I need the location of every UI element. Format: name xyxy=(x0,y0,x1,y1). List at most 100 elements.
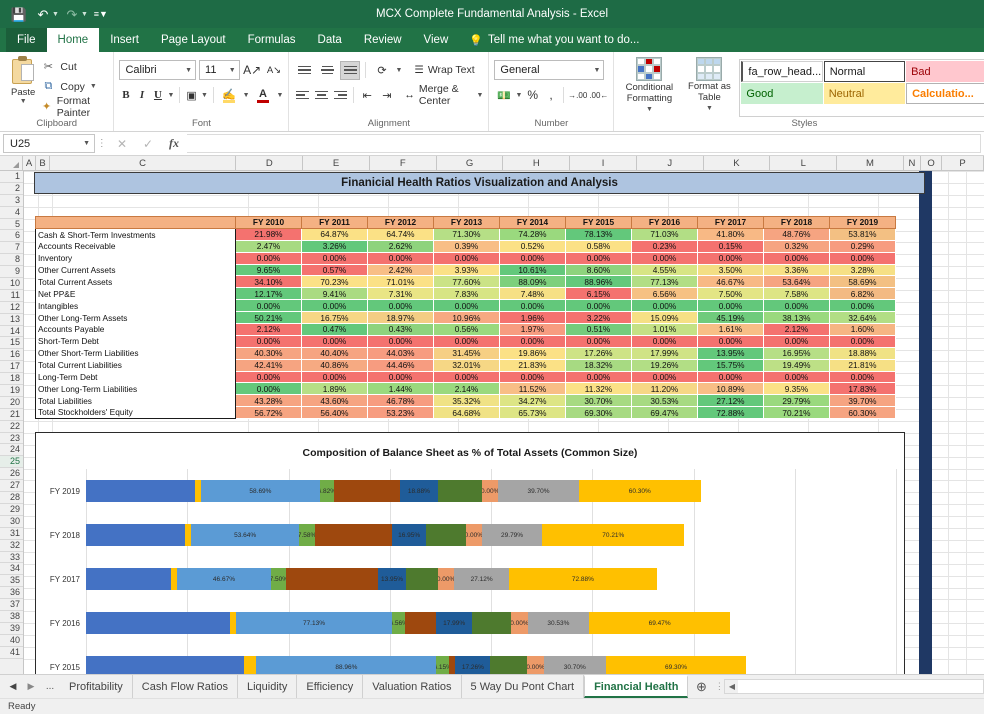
table-row[interactable]: Inventory 0.00% 0.00% 0.00% 0.00% 0.00% 0.00% 0… xyxy=(35,251,896,265)
cut-button[interactable]: ✂ Cut xyxy=(41,58,108,75)
row-header-37[interactable]: 37 xyxy=(0,599,23,611)
table-cell[interactable]: 42.41% xyxy=(235,358,302,372)
format-as-table-dropdown-icon[interactable]: ▼ xyxy=(706,103,713,114)
table-cell[interactable]: 56.40% xyxy=(301,406,368,420)
table-cell[interactable]: 21.83% xyxy=(499,358,566,372)
table-cell[interactable]: 64.87% xyxy=(301,227,368,241)
chart-segment[interactable]: 46.67% xyxy=(176,568,272,590)
table-cell[interactable]: 0.15% xyxy=(697,239,764,253)
table-cell[interactable]: 64.68% xyxy=(433,406,500,420)
chevron-down-icon[interactable]: ▼ xyxy=(225,67,236,74)
table-cell[interactable]: 21.98% xyxy=(235,227,302,241)
table-cell[interactable]: 11.32% xyxy=(565,382,632,396)
table-cell[interactable]: 72.88% xyxy=(697,406,764,420)
chart-segment[interactable]: 0.00% xyxy=(438,568,455,590)
sheet-tab-efficiency[interactable]: Efficiency xyxy=(297,675,364,698)
table-cell[interactable]: 0.00% xyxy=(631,299,698,313)
row-header-9[interactable]: 9 xyxy=(0,266,23,279)
table-cell[interactable]: 0.00% xyxy=(301,370,368,384)
table-row[interactable]: Accounts Receivable 2.47% 3.26% 2.62% 0.39% 0… xyxy=(35,239,896,253)
table-row[interactable]: Short-Term Debt 0.00% 0.00% 0.00% 0.00% 0.00%… xyxy=(35,334,896,348)
table-row[interactable]: Other Short-Term Liabilities 40.30% 40.40%… xyxy=(35,346,896,360)
table-cell[interactable]: 6.56% xyxy=(631,287,698,301)
chart-segment[interactable]: 17.26% xyxy=(455,656,491,674)
table-row[interactable]: Intangibles 0.00% 0.00% 0.00% 0.00% 0.00% 0.00… xyxy=(35,299,896,313)
row-header-15[interactable]: 15 xyxy=(0,337,23,350)
table-cell[interactable]: 34.10% xyxy=(235,275,302,289)
table-cell[interactable]: 0.00% xyxy=(763,251,830,265)
table-cell[interactable]: 17.26% xyxy=(565,346,632,360)
column-header-D[interactable]: D xyxy=(236,156,304,170)
row-header-5[interactable]: 5 xyxy=(0,218,23,231)
table-cell[interactable]: 0.00% xyxy=(433,334,500,348)
table-cell[interactable]: 78.13% xyxy=(565,227,632,241)
table-cell[interactable]: 43.60% xyxy=(301,394,368,408)
fill-color-dropdown-icon[interactable]: ▼ xyxy=(243,92,250,99)
conditional-formatting-button[interactable]: Conditional Formatting ▼ xyxy=(619,57,679,117)
insert-function-icon[interactable]: fx xyxy=(161,136,187,151)
accounting-dropdown-icon[interactable]: ▼ xyxy=(516,92,523,99)
tell-me-box[interactable]: 💡 Tell me what you want to do... xyxy=(459,28,649,52)
chart-segment[interactable] xyxy=(86,524,185,546)
row-header-26[interactable]: 26 xyxy=(0,468,23,481)
bold-button[interactable]: B xyxy=(119,85,132,105)
table-row[interactable]: Total Liabilities 43.28% 43.60% 46.78% 35.32… xyxy=(35,394,896,408)
chart-segment[interactable]: 0.00% xyxy=(527,656,544,674)
table-cell[interactable]: 1.61% xyxy=(697,323,764,336)
chart-segment[interactable]: 13.95% xyxy=(377,568,407,590)
table-cell[interactable]: 0.00% xyxy=(367,334,434,348)
table-cell[interactable]: 0.00% xyxy=(829,334,896,348)
comma-style-icon[interactable]: , xyxy=(543,88,559,102)
row-header-40[interactable]: 40 xyxy=(0,634,23,647)
row-header-6[interactable]: 6 xyxy=(0,230,23,243)
scroll-left-icon[interactable]: ◀ xyxy=(725,680,739,693)
cell-style-custom[interactable]: fa_row_head... xyxy=(741,61,823,82)
table-cell[interactable]: 0.00% xyxy=(829,299,896,313)
row-header-22[interactable]: 22 xyxy=(0,420,23,433)
table-cell[interactable]: 0.29% xyxy=(829,239,896,253)
table-cell[interactable]: 19.49% xyxy=(763,358,830,372)
table-cell[interactable]: 0.56% xyxy=(433,323,500,336)
column-header-O[interactable]: O xyxy=(921,156,943,170)
chart-segment[interactable] xyxy=(86,612,230,634)
chart-stacked-bar[interactable]: 53.64%7.58% 16.95% 0.00%29.79%70.21% xyxy=(86,524,894,546)
row-header-33[interactable]: 33 xyxy=(0,551,23,564)
number-format-combo[interactable]: General ▼ xyxy=(494,60,605,80)
table-cell[interactable]: 65.73% xyxy=(499,406,566,420)
chevron-down-icon[interactable]: ▼ xyxy=(83,140,90,147)
column-header-K[interactable]: K xyxy=(703,156,771,170)
select-all-corner[interactable] xyxy=(0,156,23,170)
table-cell[interactable]: 16.75% xyxy=(301,311,368,325)
table-cell[interactable]: 3.50% xyxy=(697,263,764,277)
column-header-F[interactable]: F xyxy=(369,156,437,170)
table-cell[interactable]: 0.00% xyxy=(499,334,566,348)
row-header-32[interactable]: 32 xyxy=(0,539,23,552)
table-cell[interactable]: 0.23% xyxy=(631,239,698,253)
decrease-indent-icon[interactable]: ⇤ xyxy=(359,85,376,105)
table-cell[interactable]: 71.01% xyxy=(367,275,434,289)
horizontal-scrollbar[interactable]: ◀ xyxy=(724,679,984,694)
table-cell[interactable]: 60.30% xyxy=(829,406,896,420)
chart-segment[interactable]: 53.64% xyxy=(190,524,300,546)
chart-segment[interactable] xyxy=(333,480,400,502)
row-header-7[interactable]: 7 xyxy=(0,242,23,255)
column-header-J[interactable]: J xyxy=(636,156,704,170)
sheet-tab-profitability[interactable]: Profitability xyxy=(60,675,133,698)
row-header-10[interactable]: 10 xyxy=(0,278,23,290)
row-header-17[interactable]: 17 xyxy=(0,361,23,374)
table-row[interactable]: Accounts Payable 2.12% 0.47% 0.43% 0.56% 1.97… xyxy=(35,323,896,336)
chart-segment[interactable]: 72.88% xyxy=(509,568,657,590)
font-size-combo[interactable]: 11 ▼ xyxy=(199,60,240,80)
row-header-28[interactable]: 28 xyxy=(0,492,23,504)
chart-stacked-bar[interactable]: 58.69%6.82% 18.88% 0.00%39.70%60.30% xyxy=(86,480,894,502)
row-header-12[interactable]: 12 xyxy=(0,301,23,314)
chart-segment[interactable] xyxy=(426,524,466,546)
row-header-8[interactable]: 8 xyxy=(0,254,23,267)
name-box-resize-handle[interactable]: ⋮ xyxy=(95,138,109,149)
chevron-down-icon[interactable]: ▼ xyxy=(589,67,600,74)
table-cell[interactable]: 0.00% xyxy=(565,370,632,384)
table-cell[interactable]: 8.60% xyxy=(565,263,632,277)
ribbon-tab-home[interactable]: Home xyxy=(46,28,100,52)
table-cell[interactable]: 0.00% xyxy=(235,251,302,265)
chart-segment[interactable]: 29.79% xyxy=(481,524,543,546)
